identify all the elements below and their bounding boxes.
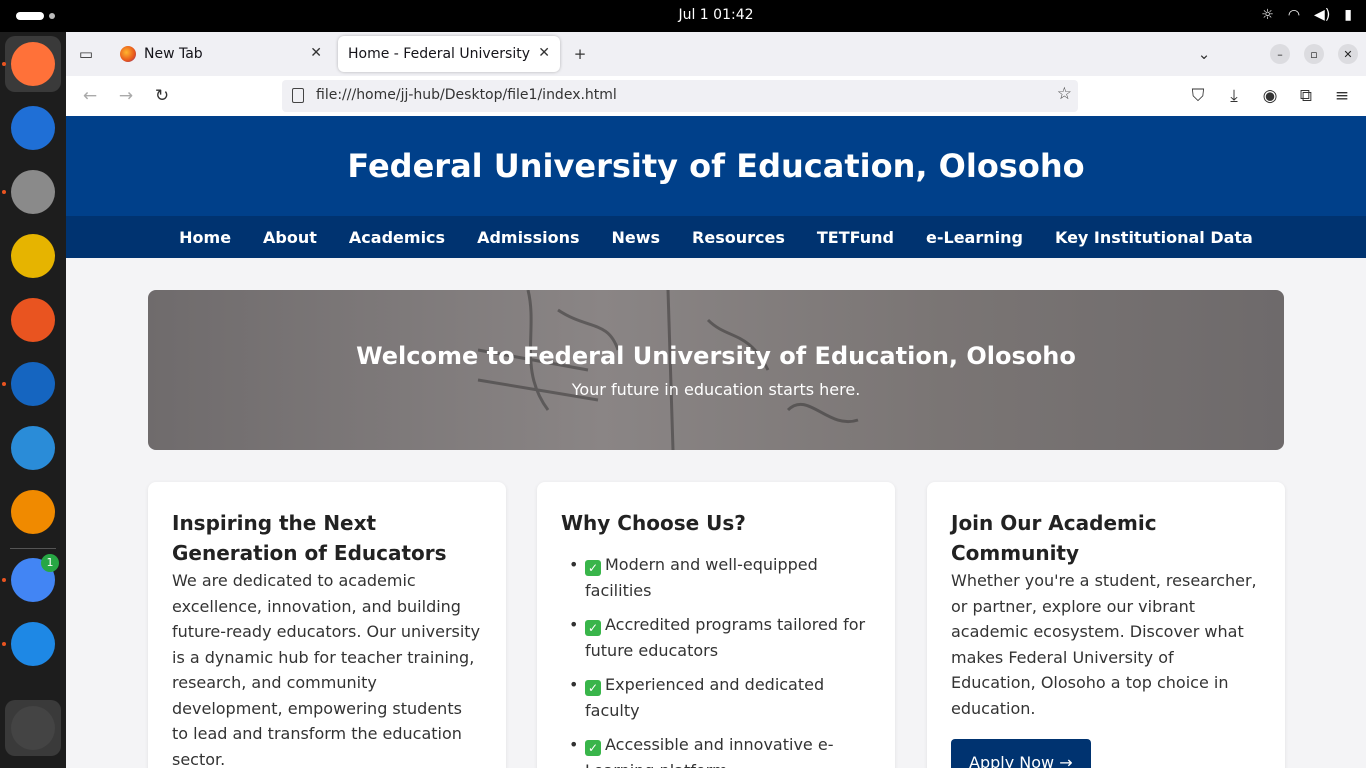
files-icon (11, 170, 55, 214)
hero-background-image (477, 290, 859, 450)
nav-about[interactable]: About (263, 228, 317, 247)
close-tab-icon[interactable]: ✕ (538, 45, 550, 61)
volume-icon: ◀) (1314, 7, 1331, 23)
card-join: Join Our Academic Community Whether you'… (927, 482, 1285, 768)
dock: 1 (0, 32, 66, 768)
nav-academics[interactable]: Academics (349, 228, 445, 247)
nav-key-institutional-data[interactable]: Key Institutional Data (1055, 228, 1253, 247)
dock-item[interactable] (5, 700, 61, 756)
minimize-icon[interactable]: – (1270, 44, 1290, 64)
dock-item[interactable] (5, 228, 61, 284)
bookmark-star-icon[interactable]: ☆ (1057, 84, 1072, 104)
card-heading: Inspiring the Next Generation of Educato… (172, 511, 447, 565)
card-why-choose-us: Why Choose Us? • ✓ Modern and well-equippe… (537, 482, 895, 768)
tab-bar: ▭ New Tab ✕ Home - Federal University of… (66, 32, 1366, 76)
nav-news[interactable]: News (612, 228, 661, 247)
list-item: •✓Accessible and innovative e-Learning p… (569, 735, 834, 768)
notification-badge: 1 (41, 554, 59, 572)
browser-window: ▭ New Tab ✕ Home - Federal University of… (66, 32, 1366, 768)
tab-title: Home - Federal University of Education (348, 46, 534, 62)
tab-overview-icon[interactable]: ▭ (74, 42, 98, 66)
site-title: Federal University of Education, Olosoho (347, 147, 1085, 185)
card-body: We are dedicated to academic excellence,… (172, 571, 481, 768)
url-text[interactable]: file:///home/jj-hub/Desktop/file1/index.… (316, 87, 617, 103)
downloads-icon[interactable]: ⤓ (1222, 84, 1246, 108)
site-header: Federal University of Education, Olosoho (66, 116, 1366, 216)
vlc-icon (11, 490, 55, 534)
tab-new-tab[interactable]: New Tab ✕ (110, 36, 332, 72)
card-heading: Why Choose Us? (561, 511, 746, 535)
dock-item[interactable] (5, 36, 61, 92)
dock-item[interactable] (5, 616, 61, 672)
firefox-favicon-icon (120, 46, 136, 62)
list-all-tabs-icon[interactable]: ⌄ (1192, 42, 1216, 66)
dock-item[interactable] (5, 100, 61, 156)
account-icon[interactable]: ◉ (1258, 84, 1282, 108)
page-viewport: Federal University of Education, Olosoho… (66, 116, 1366, 768)
dock-item[interactable] (5, 420, 61, 476)
check-icon: ✓ (585, 680, 601, 696)
nav-elearning[interactable]: e-Learning (926, 228, 1023, 247)
list-item: • ✓ Accredited programs tailored for futur… (569, 615, 866, 660)
reload-icon[interactable]: ↻ (150, 84, 174, 108)
card-inspire: Inspiring the Next Generation of Educato… (148, 482, 506, 768)
dock-item[interactable] (5, 484, 61, 540)
dock-item[interactable] (5, 292, 61, 348)
dock-item[interactable] (5, 356, 61, 412)
system-tray[interactable]: ☼ ◠ ◀) ▮ (1261, 7, 1352, 23)
close-tab-icon[interactable]: ✕ (310, 45, 322, 61)
pocket-icon[interactable]: ⛉ (1186, 84, 1210, 108)
menu-icon[interactable]: ≡ (1330, 84, 1354, 108)
battery-icon: ▮ (1344, 7, 1352, 23)
running-indicator (2, 642, 6, 646)
writer-icon (11, 362, 55, 406)
thunderbird-icon (11, 106, 55, 150)
check-icon: ✓ (585, 620, 601, 636)
hero-heading: Welcome to Federal University of Educati… (356, 342, 1076, 370)
tab-home[interactable]: Home - Federal University of Education ✕ (338, 36, 560, 72)
running-indicator (2, 578, 6, 582)
ubuntu-icon (11, 706, 55, 750)
running-indicator (2, 190, 6, 194)
page-icon (292, 88, 304, 103)
card-heading: Join Our Academic Community (951, 511, 1157, 565)
check-icon: ✓ (585, 740, 601, 756)
dock-item[interactable] (5, 164, 61, 220)
list-item: • ✓ Experienced and dedicated faculty (569, 675, 825, 720)
dock-item[interactable]: 1 (5, 552, 61, 608)
site-nav: Home About Academics Admissions News Res… (66, 216, 1366, 258)
rhythmbox-icon (11, 234, 55, 278)
apply-now-button[interactable]: Apply Now → (951, 739, 1091, 768)
clock[interactable]: Jul 1 01:42 (0, 7, 1366, 23)
list-item: • ✓ Modern and well-equipped facilities (569, 555, 818, 600)
wifi-icon: ◠ (1287, 7, 1301, 23)
nav-resources[interactable]: Resources (692, 228, 785, 247)
tab-title: New Tab (144, 46, 203, 62)
running-indicator (2, 62, 6, 66)
feature-list: • ✓ Modern and well-equipped facilities • ✓… (561, 552, 871, 768)
address-bar[interactable]: file:///home/jj-hub/Desktop/file1/index.… (282, 80, 1078, 112)
firefox-icon (11, 42, 55, 86)
nav-tetfund[interactable]: TETFund (817, 228, 894, 247)
new-tab-icon[interactable]: + (568, 42, 592, 66)
card-body: Whether you're a student, researcher, or… (951, 571, 1257, 718)
vscode-icon (11, 622, 55, 666)
hero-banner: Welcome to Federal University of Educati… (148, 290, 1284, 450)
check-icon: ✓ (585, 560, 601, 576)
close-window-icon[interactable]: ✕ (1338, 44, 1358, 64)
system-top-bar: Jul 1 01:42 ☼ ◠ ◀) ▮ (0, 0, 1366, 32)
forward-icon[interactable]: → (114, 84, 138, 108)
hero-subheading: Your future in education starts here. (571, 380, 861, 399)
nav-home[interactable]: Home (179, 228, 231, 247)
brightness-icon: ☼ (1261, 7, 1274, 23)
navigation-toolbar: ← → ↻ file:///home/jj-hub/Desktop/file1/… (66, 76, 1366, 116)
dock-separator (10, 548, 56, 549)
help-icon (11, 426, 55, 470)
app-center-icon (11, 298, 55, 342)
nav-admissions[interactable]: Admissions (477, 228, 579, 247)
extensions-icon[interactable]: ⧉ (1294, 84, 1318, 108)
running-indicator (2, 382, 6, 386)
maximize-icon[interactable]: ▫ (1304, 44, 1324, 64)
back-icon[interactable]: ← (78, 84, 102, 108)
